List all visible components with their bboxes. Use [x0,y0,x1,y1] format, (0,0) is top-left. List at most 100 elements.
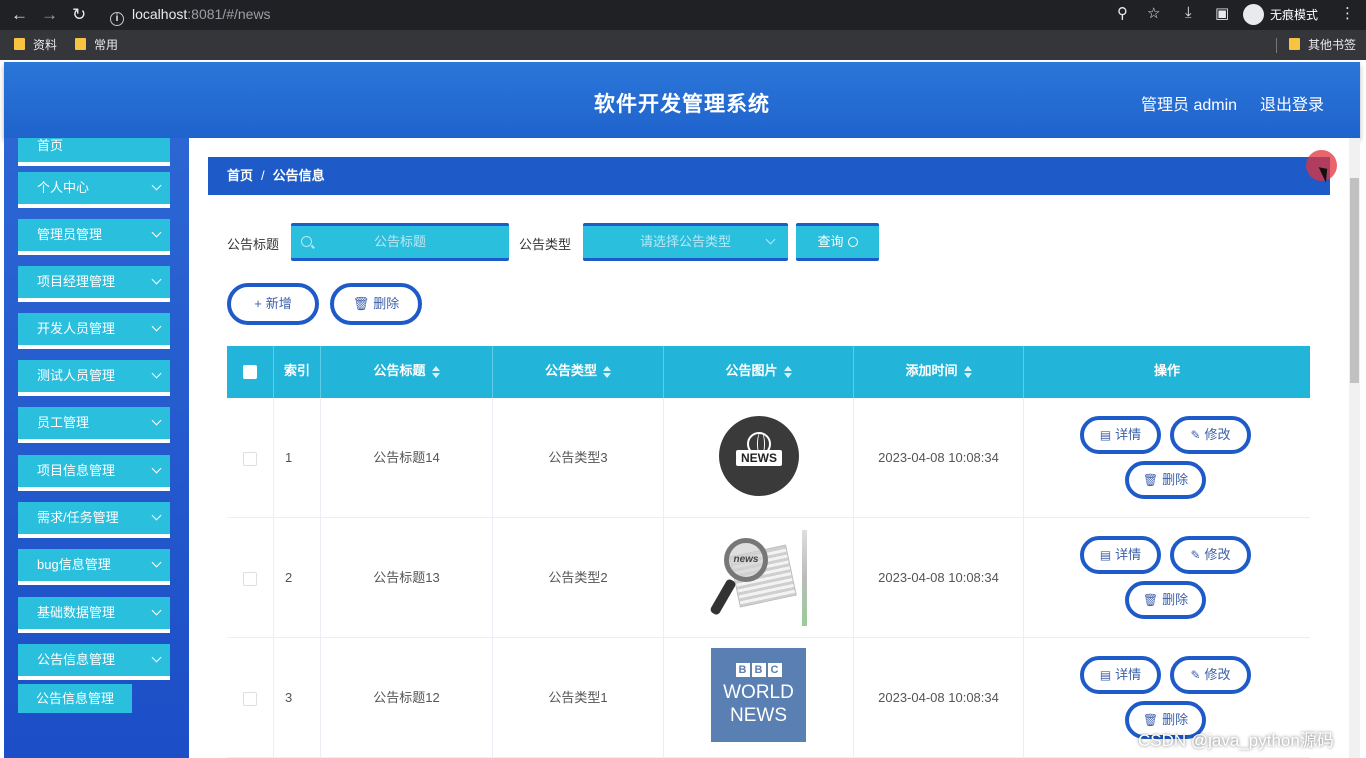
edit-label: 修改 [1204,667,1231,682]
cell-index: 2 [274,518,321,638]
bbc-letter: B [735,663,750,677]
sidebar-item-personal[interactable]: 个人中心 [18,172,170,208]
newspaper-magnifier-image: news [709,530,808,626]
download-icon[interactable]: ⤓ [1185,4,1192,21]
select-all-checkbox-cell[interactable] [227,346,274,398]
notice-table: 索引 公告标题 公告类型 公告图片 添加时间 操作 1 公告标题14 公告类型3… [227,346,1310,758]
edit-button[interactable]: ✎ 修改 [1170,656,1251,694]
sidebar-item-notice[interactable]: 公告信息管理 [18,644,170,680]
sort-icon[interactable] [963,365,972,378]
chevron-down-icon [151,605,162,616]
sidebar-item-label: 项目经理管理 [37,274,116,289]
type-select[interactable]: 请选择公告类型 [583,223,788,261]
bookmark-folder[interactable]: 常用 [75,38,118,52]
document-icon: ▤ [1099,668,1112,682]
sidebar-item-home[interactable]: 首页 [18,138,170,166]
cell-image: BBC WORLD NEWS [664,638,854,758]
sidebar-item-task[interactable]: 需求/任务管理 [18,502,170,538]
row-checkbox[interactable] [243,691,257,706]
reload-icon[interactable]: ↻ [72,5,86,25]
batch-delete-button[interactable]: 🗑︎ 删除 [330,283,422,325]
chevron-down-icon [151,510,162,521]
sidebar-item-dev[interactable]: 开发人员管理 [18,313,170,349]
column-header-index: 索引 [274,346,321,398]
sidebar-item-label: 基础数据管理 [37,605,116,620]
breadcrumb-home[interactable]: 首页 [227,168,253,183]
column-header-time[interactable]: 添加时间 [854,346,1024,398]
sidebar-item-admin[interactable]: 管理员管理 [18,219,170,255]
cell-time: 2023-04-08 10:08:34 [854,518,1024,638]
query-button[interactable]: 查询 [796,223,879,261]
submenu-item-notice-manage[interactable]: 公告信息管理 [18,684,132,713]
page-scrollbar[interactable] [1349,138,1360,758]
sidebar-item-project[interactable]: 项目信息管理 [18,455,170,491]
sidebar-item-staff[interactable]: 员工管理 [18,407,170,443]
incognito-indicator[interactable]: 无痕模式 [1243,3,1318,27]
sort-icon[interactable] [603,365,611,378]
row-checkbox-cell[interactable] [227,398,274,518]
delete-button[interactable]: 🗑︎ 删除 [1125,581,1206,619]
delete-label: 删除 [1162,712,1189,727]
row-checkbox-cell[interactable] [227,518,274,638]
key-icon[interactable]: ⚲ [1117,4,1128,22]
sort-icon[interactable] [783,365,792,378]
news-image-text: NEWS [736,450,782,466]
magnifier-lens: news [724,538,768,582]
sidebar-item-label: 需求/任务管理 [37,510,119,525]
sidebar-item-pm[interactable]: 项目经理管理 [18,266,170,302]
sidebar-item-bug[interactable]: bug信息管理 [18,549,170,585]
row-checkbox-cell[interactable] [227,638,274,758]
chevron-down-icon [151,652,162,663]
detail-button[interactable]: ▤ 详情 [1080,416,1161,454]
detail-button[interactable]: ▤ 详情 [1080,656,1161,694]
other-bookmarks[interactable]: 其他书签 [1289,38,1356,52]
edit-button[interactable]: ✎ 修改 [1170,536,1251,574]
cell-ops: ▤ 详情 ✎ 修改 🗑︎ 删除 [1024,518,1310,638]
sidebar-item-tester[interactable]: 测试人员管理 [18,360,170,396]
title-search-input[interactable]: 公告标题 [291,223,509,261]
sidepanel-icon[interactable]: ▣ [1215,4,1229,22]
delete-button[interactable]: 🗑︎ 删除 [1125,461,1206,499]
cell-type: 公告类型2 [493,518,664,638]
bookmarks-bar: 资料 常用 其他书签 [0,30,1366,60]
sidebar-item-basedata[interactable]: 基础数据管理 [18,597,170,633]
edit-button[interactable]: ✎ 修改 [1170,416,1251,454]
row-checkbox[interactable] [243,451,257,466]
chevron-down-icon [151,321,162,332]
breadcrumb: 首页 / 公告信息 [208,157,1330,195]
column-header-image[interactable]: 公告图片 [664,346,854,398]
cell-ops: ▤ 详情 ✎ 修改 🗑︎ 删除 [1024,398,1310,518]
column-header-type[interactable]: 公告类型 [493,346,664,398]
incognito-label: 无痕模式 [1270,8,1319,22]
column-time-label: 添加时间 [905,363,958,378]
site-info-icon[interactable]: i [110,12,124,26]
sort-icon[interactable] [431,365,440,378]
cell-type: 公告类型1 [493,638,664,758]
bbc-letter: C [767,663,782,677]
cell-type: 公告类型3 [493,398,664,518]
back-icon[interactable]: ← [11,5,28,25]
column-header-title[interactable]: 公告标题 [321,346,493,398]
sidebar-item-label: 管理员管理 [37,227,103,242]
chevron-down-icon [151,274,162,285]
logout-link[interactable]: 退出登录 [1260,91,1324,115]
menu-kebab-icon[interactable]: ⋮ [1340,4,1355,22]
detail-label: 详情 [1115,547,1142,562]
bookmark-star-icon[interactable]: ☆ [1147,4,1160,22]
incognito-icon [1243,4,1264,25]
row-checkbox[interactable] [243,571,257,586]
query-button-label: 查询 [817,234,844,249]
delete-label: 删除 [1162,592,1189,607]
cell-time: 2023-04-08 10:08:34 [854,638,1024,758]
chevron-down-icon [151,415,162,426]
address-bar[interactable]: i localhost:8081/#/news [102,2,1102,27]
bookmark-folder[interactable]: 资料 [14,38,57,52]
select-all-checkbox[interactable] [243,364,257,379]
bbc-world-text: WORLD [723,682,794,703]
add-button[interactable]: + 新增 [227,283,319,325]
breadcrumb-separator: / [261,168,265,183]
title-search-label: 公告标题 [227,237,280,252]
detail-button[interactable]: ▤ 详情 [1080,536,1161,574]
scrollbar-thumb[interactable] [1350,178,1359,383]
forward-icon[interactable]: → [41,5,58,25]
